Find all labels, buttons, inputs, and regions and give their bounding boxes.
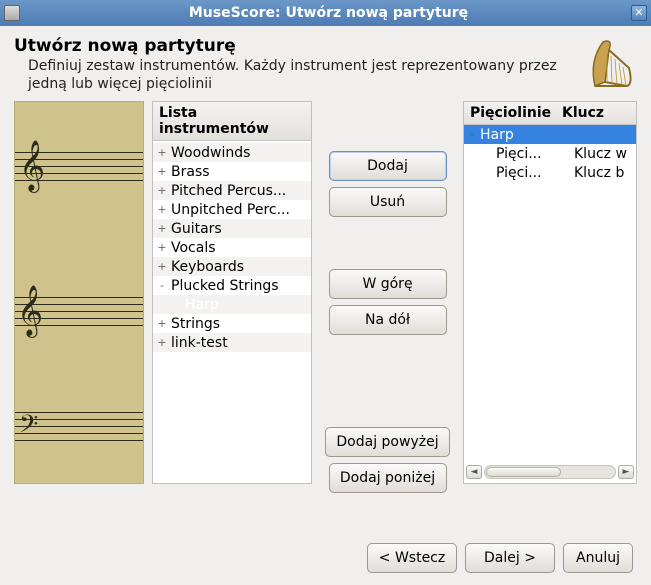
page-title: Utwórz nową partyturę bbox=[14, 36, 583, 56]
expand-toggle-icon[interactable]: + bbox=[157, 317, 167, 330]
instrument-tree-row[interactable]: + Unpitched Perc... bbox=[153, 200, 311, 219]
titlebar: MuseScore: Utwórz nową partyturę ✕ bbox=[0, 0, 651, 26]
stave-name: Pięci... bbox=[496, 146, 574, 162]
staves-tree-row[interactable]: -Harp bbox=[464, 125, 636, 144]
instrument-label: link-test bbox=[171, 335, 228, 351]
add-button[interactable]: Dodaj bbox=[329, 151, 447, 181]
expand-toggle-icon[interactable]: + bbox=[157, 241, 167, 254]
clef-name: Klucz w bbox=[574, 146, 627, 162]
instrument-list-panel: Lista instrumentów + Woodwinds + Brass + Pitc… bbox=[152, 101, 312, 484]
instrument-tree[interactable]: + Woodwinds + Brass + Pitched Percus... + Unpit… bbox=[153, 141, 311, 483]
page-subtitle: Definiuj zestaw instrumentów. Każdy inst… bbox=[28, 58, 583, 93]
harp-icon bbox=[583, 36, 637, 90]
add-above-button[interactable]: Dodaj powyżej bbox=[325, 427, 449, 457]
scroll-left-icon[interactable]: ◄ bbox=[466, 465, 482, 479]
expand-toggle-icon[interactable]: - bbox=[157, 279, 167, 292]
instrument-tree-row[interactable]: + Guitars bbox=[153, 219, 311, 238]
instrument-tree-row[interactable]: + Pitched Percus... bbox=[153, 181, 311, 200]
instrument-tree-row[interactable]: + Woodwinds bbox=[153, 143, 311, 162]
instrument-list-header: Lista instrumentów bbox=[159, 105, 305, 137]
instrument-tree-row[interactable]: + link-test bbox=[153, 333, 311, 352]
instrument-tree-row[interactable]: + Keyboards bbox=[153, 257, 311, 276]
instrument-tree-row[interactable]: -Plucked Strings bbox=[153, 276, 311, 295]
staves-panel: Pięciolinie Klucz -HarpPięci...Klucz wPi… bbox=[463, 101, 637, 484]
instrument-label: Unpitched Perc... bbox=[171, 202, 290, 218]
clef-col-header[interactable]: Klucz bbox=[562, 105, 604, 121]
expand-toggle-icon[interactable]: + bbox=[157, 222, 167, 235]
instrument-label: Pitched Percus... bbox=[171, 183, 286, 199]
expand-toggle-icon[interactable]: + bbox=[157, 203, 167, 216]
instrument-tree-row[interactable]: + Vocals bbox=[153, 238, 311, 257]
expand-toggle-icon[interactable]: - bbox=[467, 128, 477, 141]
instrument-label: Keyboards bbox=[171, 259, 244, 275]
staves-col-header[interactable]: Pięciolinie bbox=[470, 105, 562, 121]
instrument-tree-row[interactable]: + Brass bbox=[153, 162, 311, 181]
add-below-button[interactable]: Dodaj poniżej bbox=[329, 463, 447, 493]
scroll-right-icon[interactable]: ► bbox=[618, 465, 634, 479]
expand-toggle-icon[interactable]: + bbox=[157, 260, 167, 273]
staves-tree-row[interactable]: Pięci...Klucz b bbox=[464, 163, 636, 182]
cancel-button[interactable]: Anuluj bbox=[563, 543, 633, 573]
window-app-icon bbox=[4, 5, 20, 21]
staves-tree[interactable]: -HarpPięci...Klucz wPięci...Klucz b bbox=[464, 125, 636, 461]
instrument-label: Guitars bbox=[171, 221, 222, 237]
clef-name: Klucz b bbox=[574, 165, 624, 181]
instrument-label: Plucked Strings bbox=[171, 278, 279, 294]
instrument-label: Strings bbox=[171, 316, 220, 332]
instrument-label: Woodwinds bbox=[171, 145, 250, 161]
horizontal-scrollbar[interactable]: ◄ ► bbox=[464, 461, 636, 483]
expand-toggle-icon[interactable]: + bbox=[157, 336, 167, 349]
close-icon[interactable]: ✕ bbox=[631, 5, 647, 21]
instrument-tree-row[interactable]: + Strings bbox=[153, 314, 311, 333]
expand-toggle-icon[interactable]: + bbox=[157, 165, 167, 178]
instrument-label: Vocals bbox=[171, 240, 216, 256]
instrument-label: Brass bbox=[171, 164, 210, 180]
next-button[interactable]: Dalej > bbox=[465, 543, 555, 573]
expand-toggle-icon[interactable]: + bbox=[157, 146, 167, 159]
move-up-button[interactable]: W górę bbox=[329, 269, 447, 299]
stave-name: Pięci... bbox=[496, 165, 574, 181]
wizard-side-image: 𝄞 𝄞 𝄢 bbox=[14, 101, 144, 484]
expand-toggle-icon[interactable]: + bbox=[157, 184, 167, 197]
move-down-button[interactable]: Na dół bbox=[329, 305, 447, 335]
staves-tree-row[interactable]: Pięci...Klucz w bbox=[464, 144, 636, 163]
instrument-tree-row[interactable]: Harp bbox=[153, 295, 311, 314]
stave-name: Harp bbox=[480, 127, 558, 143]
instrument-label: Harp bbox=[185, 297, 219, 313]
remove-button[interactable]: Usuń bbox=[329, 187, 447, 217]
window-title: MuseScore: Utwórz nową partyturę bbox=[26, 5, 631, 21]
back-button[interactable]: < Wstecz bbox=[367, 543, 457, 573]
